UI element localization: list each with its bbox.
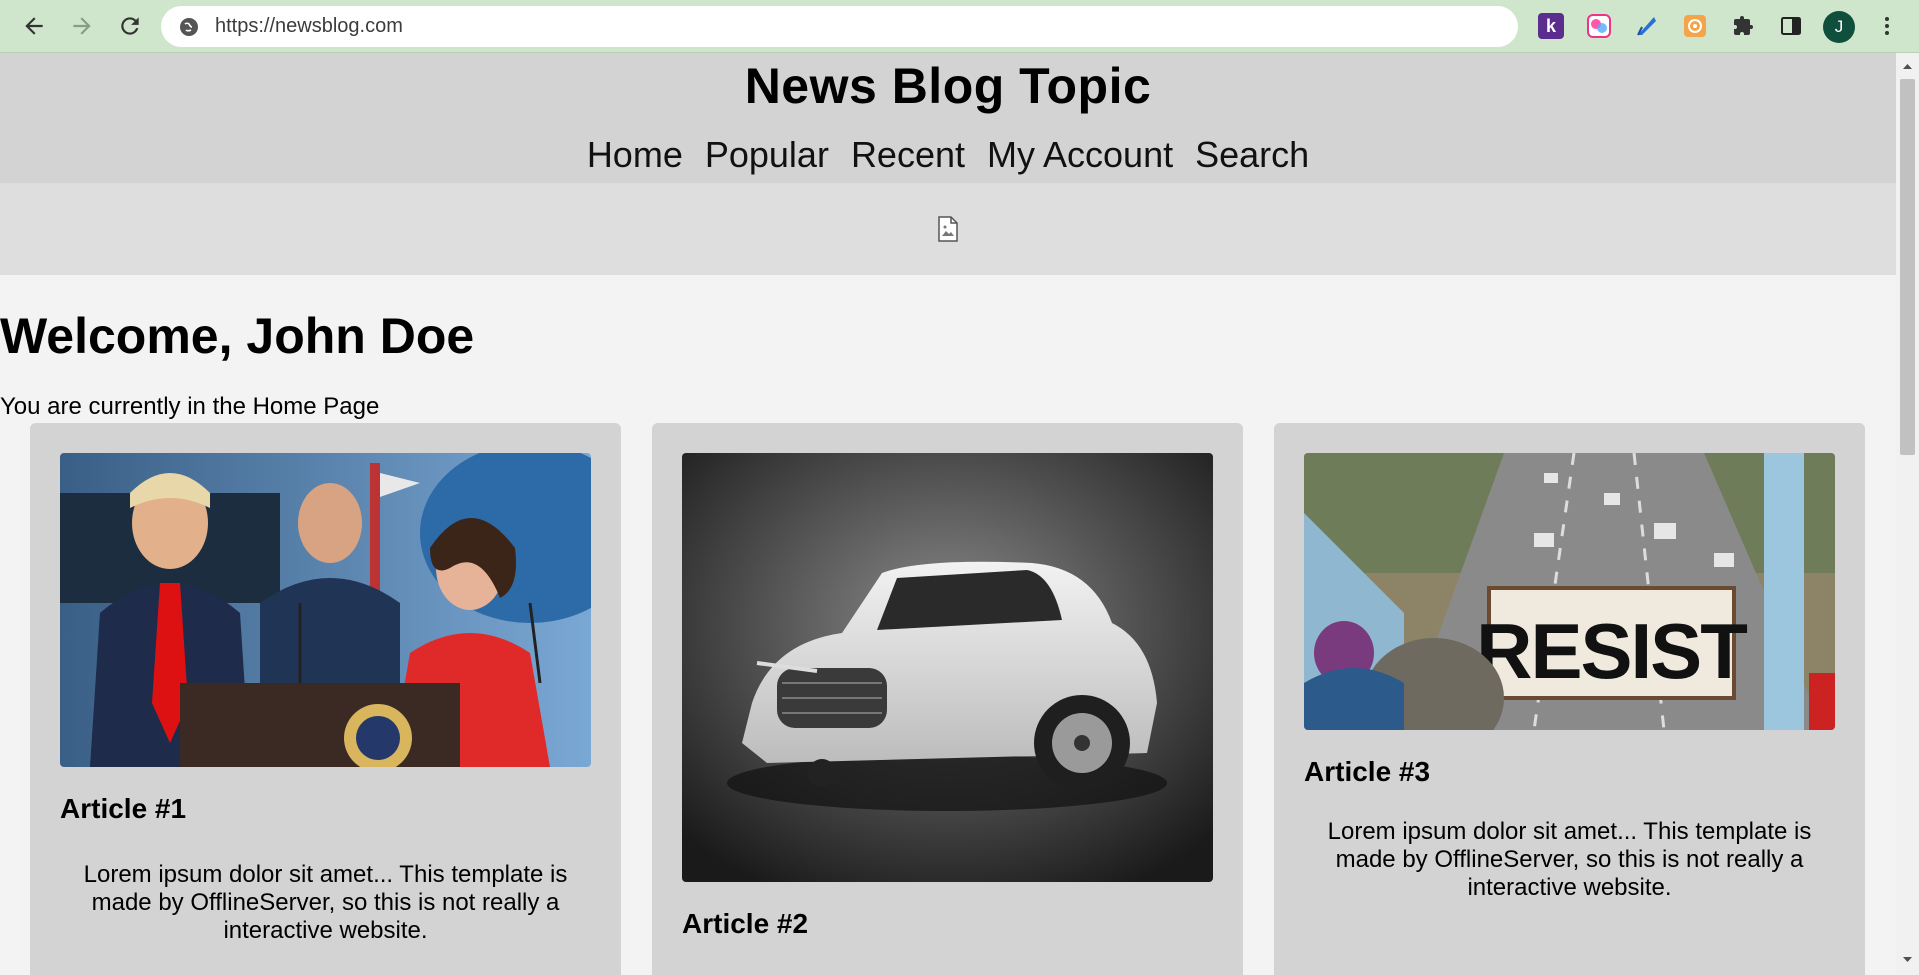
scrollbar-thumb[interactable] xyxy=(1900,79,1915,455)
nav-home-link[interactable]: Home xyxy=(587,134,683,176)
article-list: Article #1 Lorem ipsum dolor sit amet...… xyxy=(30,423,1865,975)
reload-button[interactable] xyxy=(110,6,150,46)
profile-button[interactable]: J xyxy=(1822,10,1856,44)
target-icon xyxy=(1684,15,1706,37)
nav-popular-link[interactable]: Popular xyxy=(705,134,829,176)
nav-recent-link[interactable]: Recent xyxy=(851,134,965,176)
color-picker-icon xyxy=(1587,14,1611,38)
broken-image-icon xyxy=(938,216,958,242)
press-conference-image xyxy=(60,453,591,767)
puzzle-icon xyxy=(1734,16,1753,35)
article-card[interactable]: Article #1 Lorem ipsum dolor sit amet...… xyxy=(30,423,621,975)
extension-feather-button[interactable] xyxy=(1632,11,1662,41)
back-arrow-icon xyxy=(25,17,43,35)
banner xyxy=(0,183,1896,275)
nav-search-link[interactable]: Search xyxy=(1195,134,1309,176)
article-excerpt: Lorem ipsum dolor sit amet... This templ… xyxy=(1327,818,1812,901)
article-title[interactable]: Article #2 xyxy=(682,908,1213,940)
scroll-up-arrow-icon[interactable] xyxy=(1902,61,1913,72)
article-title[interactable]: Article #1 xyxy=(60,793,591,825)
article-excerpt: Lorem ipsum dolor sit amet... This templ… xyxy=(83,861,568,944)
forward-button[interactable] xyxy=(62,6,102,46)
forward-arrow-icon xyxy=(73,17,91,35)
k-extension-icon: k xyxy=(1538,13,1564,39)
article-image[interactable] xyxy=(682,453,1213,882)
nav-my-account-link[interactable]: My Account xyxy=(987,134,1173,176)
back-button[interactable] xyxy=(14,6,54,46)
protest-sign-image: RESIST xyxy=(1304,453,1835,730)
url-text: https://newsblog.com xyxy=(215,15,403,37)
kebab-menu-icon xyxy=(1885,17,1889,35)
article-card[interactable]: Article #2 xyxy=(652,423,1243,975)
extension-orange-button[interactable] xyxy=(1680,11,1710,41)
extensions-menu-button[interactable] xyxy=(1728,11,1758,41)
page-scrollbar[interactable] xyxy=(1896,53,1919,975)
site-title: News Blog Topic xyxy=(744,58,1152,114)
svg-text:RESIST: RESIST xyxy=(1476,607,1747,695)
welcome-heading: Welcome, John Doe xyxy=(0,308,475,364)
side-panel-button[interactable] xyxy=(1776,11,1806,41)
car-image xyxy=(682,453,1213,882)
article-card[interactable]: RESIST Article #3 Lorem ipsum dolor sit … xyxy=(1274,423,1865,975)
reload-icon xyxy=(121,17,139,35)
page-subtitle: You are currently in the Home Page xyxy=(0,393,380,420)
browser-menu-button[interactable] xyxy=(1872,11,1902,41)
article-image[interactable] xyxy=(60,453,591,767)
article-image[interactable]: RESIST xyxy=(1304,453,1835,730)
site-nav: Home Popular Recent My Account Search xyxy=(0,134,1896,176)
address-bar[interactable]: https://newsblog.com xyxy=(161,6,1518,47)
extension-k-button[interactable]: k xyxy=(1536,11,1566,41)
article-title[interactable]: Article #3 xyxy=(1304,756,1835,788)
side-panel-icon xyxy=(1781,17,1801,35)
extension-color-button[interactable] xyxy=(1584,11,1614,41)
site-header: News Blog Topic Home Popular Recent My A… xyxy=(0,53,1896,183)
feather-pen-icon xyxy=(1637,17,1656,36)
site-info-icon[interactable] xyxy=(177,15,201,39)
profile-avatar: J xyxy=(1823,11,1855,43)
scroll-down-arrow-icon[interactable] xyxy=(1902,954,1913,965)
browser-toolbar: https://newsblog.com k J xyxy=(0,0,1919,53)
